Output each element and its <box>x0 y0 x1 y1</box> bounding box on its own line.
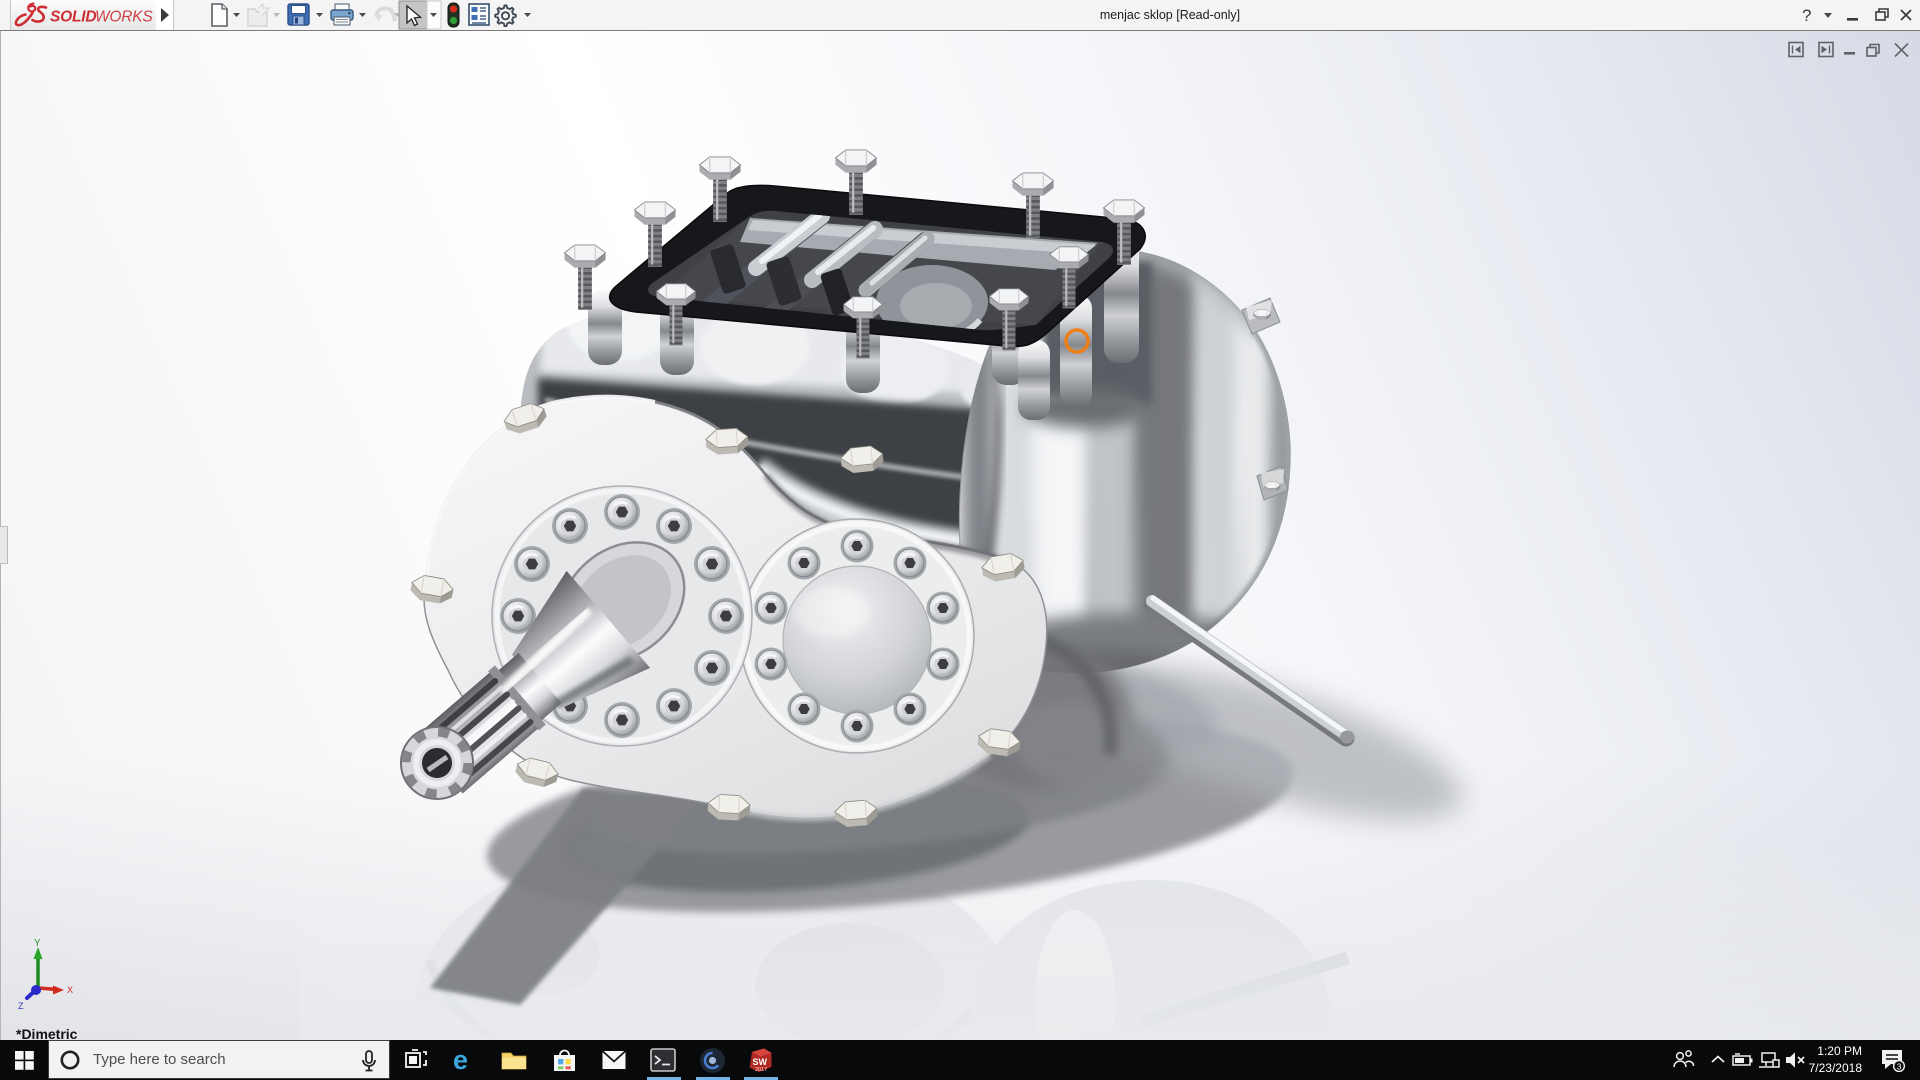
svg-text:Y: Y <box>34 938 41 949</box>
svg-text:X: X <box>67 985 73 995</box>
svg-text:e: e <box>453 1047 468 1073</box>
svg-text:2017: 2017 <box>755 1067 767 1073</box>
svg-text:SOLID: SOLID <box>50 9 96 26</box>
svg-text:WORKS: WORKS <box>95 9 153 26</box>
svg-text:?: ? <box>1802 6 1811 25</box>
svg-text:Z: Z <box>18 1001 24 1011</box>
svg-text:SW: SW <box>752 1057 767 1067</box>
svg-text:3: 3 <box>1897 1061 1902 1071</box>
